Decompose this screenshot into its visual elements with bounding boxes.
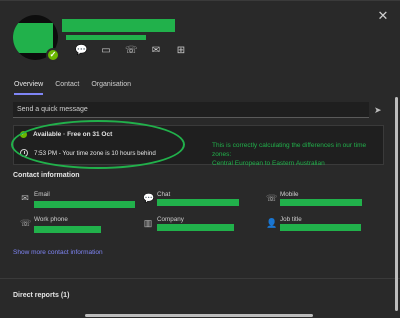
email-value-redaction <box>34 201 135 208</box>
chat-icon: 💬 <box>143 193 155 203</box>
profile-tabs: Overview Contact Organisation <box>14 81 131 95</box>
email-icon[interactable]: ✉ <box>150 45 162 57</box>
tab-contact[interactable]: Contact <box>55 81 79 95</box>
chat-value-redaction <box>157 199 239 206</box>
annotation-line: Central European to Eastern Australian <box>212 160 325 167</box>
profile-email-redaction <box>66 35 146 40</box>
mobile-label: Mobile <box>280 191 299 198</box>
quick-actions: 💬 ▭ ☏ ✉ ⊞ <box>75 45 187 57</box>
company-value-redaction <box>157 224 234 231</box>
annotation-line: zones: <box>212 151 232 158</box>
email-icon: ✉ <box>21 193 29 203</box>
divider <box>0 278 400 279</box>
profile-card: ✕ ✓ 💬 ▭ ☏ ✉ ⊞ Overview Contact Organisat… <box>0 0 400 318</box>
close-icon[interactable]: ✕ <box>376 9 390 23</box>
phone-icon: ☏ <box>266 193 278 203</box>
annotation-text: This is correctly calculating the differ… <box>212 141 366 168</box>
work-phone-value-redaction <box>34 226 101 233</box>
job-title-label: Job title <box>280 216 302 223</box>
tab-organisation[interactable]: Organisation <box>91 81 131 95</box>
email-label: Email <box>34 191 50 198</box>
phone-call-icon[interactable]: ☏ <box>125 45 138 57</box>
annotation-oval <box>11 120 185 169</box>
vertical-scrollbar[interactable] <box>395 97 398 311</box>
tab-overview[interactable]: Overview <box>14 81 44 95</box>
video-call-icon[interactable]: ▭ <box>100 45 112 57</box>
building-icon: ▥ <box>143 218 153 228</box>
phone-icon: ☏ <box>20 218 32 228</box>
job-title-value-redaction <box>280 224 361 231</box>
avatar-redaction <box>13 23 53 53</box>
mobile-value-redaction <box>280 199 362 206</box>
annotation-line: This is correctly calculating the differ… <box>212 142 367 149</box>
quick-message-input[interactable]: Send a quick message <box>13 102 369 118</box>
person-icon: 👤 <box>266 218 278 228</box>
chat-label: Chat <box>157 191 171 198</box>
contact-info-title: Contact information <box>13 172 80 179</box>
company-label: Company <box>157 216 184 223</box>
direct-reports-title[interactable]: Direct reports (1) <box>13 292 69 299</box>
presence-available-icon: ✓ <box>46 48 60 62</box>
profile-name-redaction <box>62 19 175 32</box>
show-more-contact-link[interactable]: Show more contact information <box>13 249 103 256</box>
work-phone-label: Work phone <box>34 216 68 223</box>
horizontal-scrollbar[interactable] <box>85 314 313 317</box>
chat-icon[interactable]: 💬 <box>75 45 87 57</box>
org-chart-icon[interactable]: ⊞ <box>175 45 187 57</box>
send-icon[interactable]: ➤ <box>374 105 384 115</box>
